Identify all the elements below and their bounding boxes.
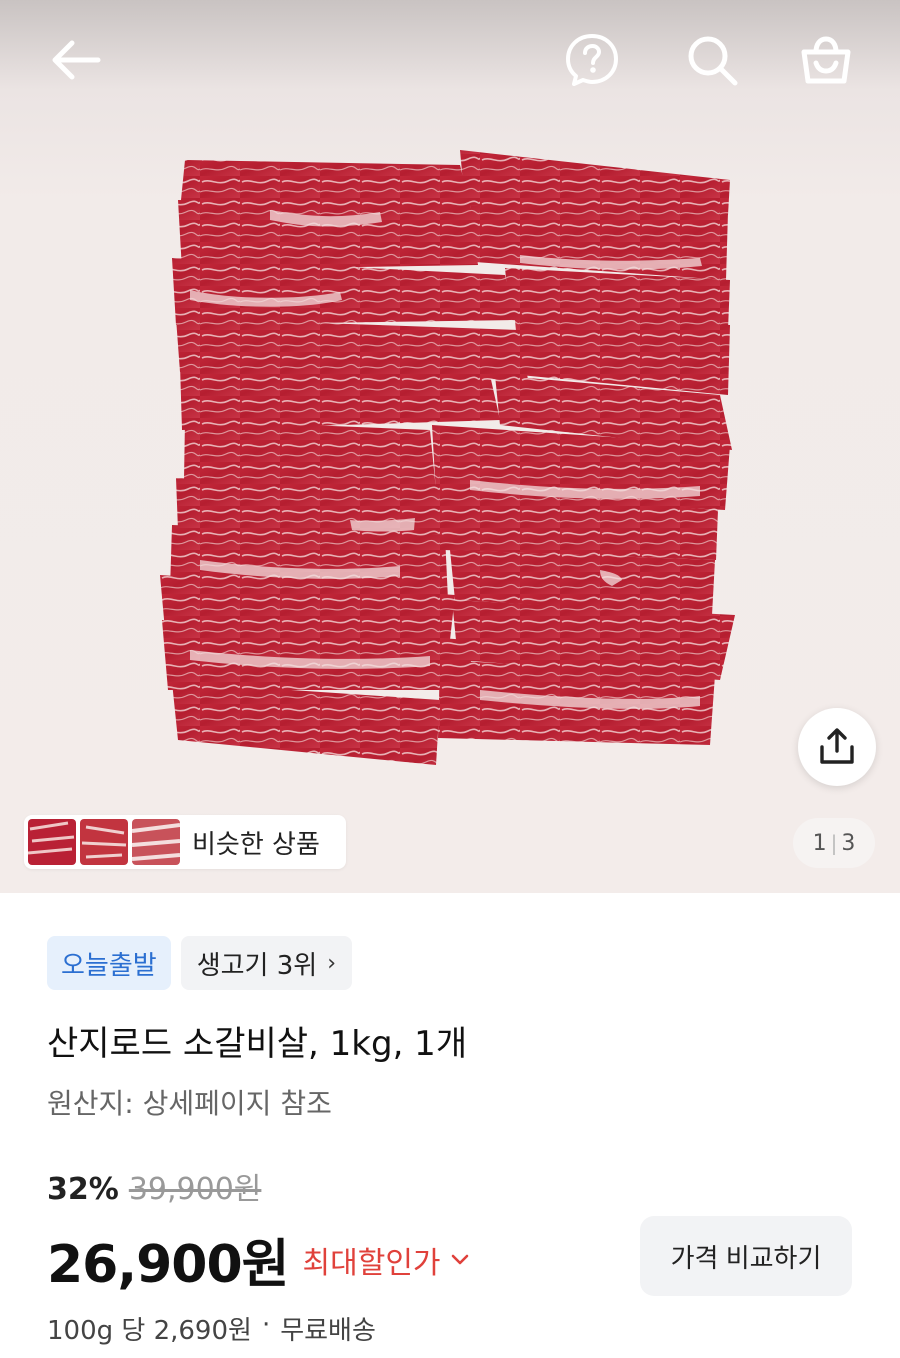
shopping-bag-icon[interactable] [796, 30, 856, 90]
price-compare-button[interactable]: 가격 비교하기 [640, 1216, 852, 1296]
product-image-gallery[interactable]: 비슷한 상품 1 | 3 [0, 0, 900, 893]
similar-products-label: 비슷한 상품 [192, 829, 320, 860]
chevron-down-icon [451, 1254, 468, 1264]
product-origin: 원산지: 상세페이지 참조 [47, 1087, 332, 1120]
similar-product-thumbnail [80, 819, 128, 865]
discount-rate: 32% [47, 1172, 119, 1207]
similar-product-thumbnail [28, 819, 76, 865]
page-current: 1 [812, 830, 827, 856]
category-rank-badge[interactable]: 생고기 3위 › [180, 936, 352, 990]
sale-price: 26,900원 [47, 1235, 290, 1295]
arrow-left-icon[interactable] [46, 30, 106, 90]
product-title: 산지로드 소갈비살, 1kg, 1개 [47, 1024, 468, 1064]
similar-products-button[interactable]: 비슷한 상품 [24, 815, 346, 869]
similar-product-thumbnail [132, 819, 180, 865]
unit-price: 100g 당 2,690원 [47, 1316, 252, 1346]
today-shipping-badge: 오늘출발 [47, 936, 171, 990]
page-separator: | [830, 831, 838, 855]
price-row: 26,900원 최대할인가 [47, 1222, 469, 1297]
page-total: 3 [841, 830, 856, 856]
shipping-info: 무료배송 [280, 1316, 376, 1346]
discount-row: 32% 39,900원 [47, 1164, 261, 1208]
original-price: 39,900원 [128, 1172, 262, 1207]
product-photo [160, 150, 735, 765]
image-page-indicator: 1 | 3 [793, 818, 875, 868]
category-rank-label: 생고기 3위 [196, 950, 318, 981]
search-icon[interactable] [682, 30, 742, 90]
separator-dot: · [261, 1310, 271, 1340]
max-discount-label: 최대할인가 [302, 1245, 441, 1281]
chevron-right-icon: › [327, 950, 336, 976]
unit-price-row: 100g 당 2,690원 · 무료배송 [47, 1310, 376, 1347]
share-icon [820, 728, 854, 764]
question-circle-icon[interactable] [562, 30, 622, 90]
product-badges: 오늘출발 생고기 3위 › [47, 936, 352, 990]
share-button[interactable] [798, 708, 876, 786]
max-discount-toggle[interactable]: 최대할인가 [303, 1238, 469, 1282]
